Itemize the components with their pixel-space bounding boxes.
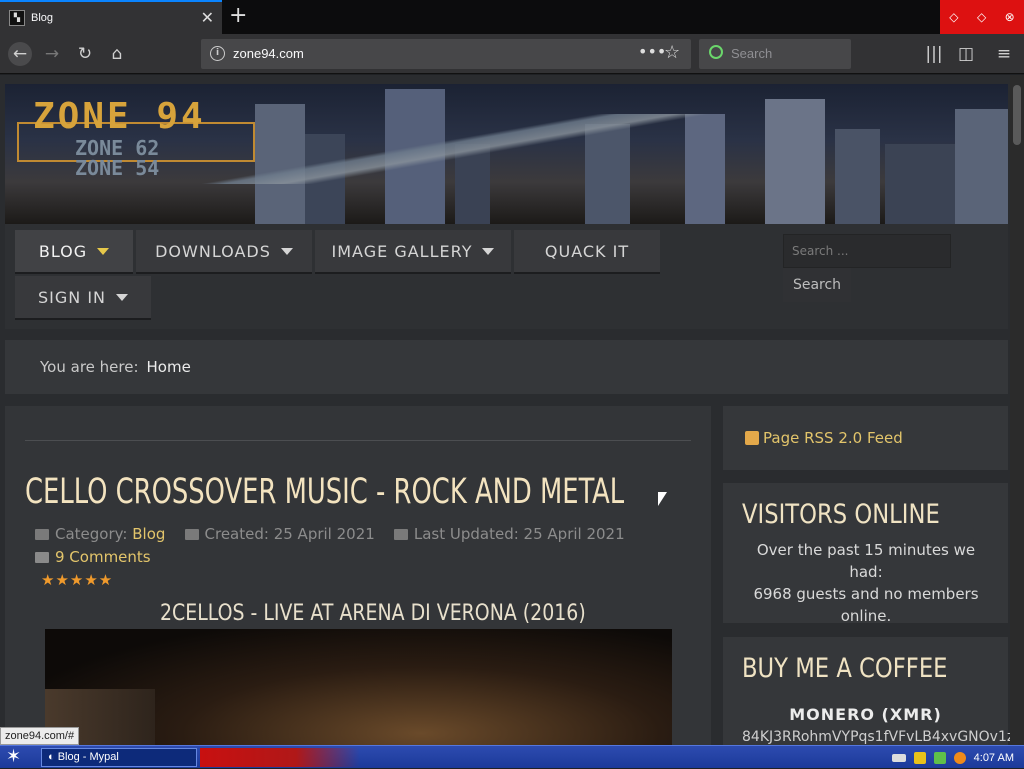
article-title[interactable]: CELLO CROSSOVER MUSIC - ROCK AND METAL <box>25 472 624 512</box>
taskbar: ✶ ◐ Blog - Mypal 4:07 AM <box>0 745 1024 768</box>
visitors-title: VISITORS ONLINE <box>742 499 940 530</box>
menu-item-blog[interactable]: BLOG <box>15 230 133 274</box>
new-tab-icon[interactable]: + <box>229 4 247 28</box>
back-icon[interactable]: ← <box>8 42 32 66</box>
minimize-icon[interactable]: ◇ <box>949 10 958 24</box>
search-engine-icon[interactable] <box>709 45 723 59</box>
chevron-down-icon <box>482 247 495 255</box>
site-logo[interactable]: ZONE 94 <box>33 96 206 137</box>
menu-label-downloads: DOWNLOADS <box>155 241 271 261</box>
menu-label-quack-it: QUACK IT <box>544 241 630 261</box>
visitors-line-2: 6968 guests and no members <box>753 585 979 603</box>
logo-subtitle: ZONE 62 ZONE 54 <box>75 138 159 178</box>
reload-icon[interactable]: ↻ <box>73 42 97 66</box>
logo-sub-2: ZONE 54 <box>75 156 160 180</box>
tab-blog[interactable]: ▚ Blog ✕ <box>0 0 222 34</box>
category-label: Category: <box>55 525 128 543</box>
maximize-icon[interactable]: ◇ <box>977 10 986 24</box>
page-actions-icon[interactable]: ••• <box>638 42 666 61</box>
site-search-button[interactable]: Search <box>783 268 851 302</box>
shield-icon[interactable] <box>913 751 926 764</box>
created-date: Created: 25 April 2021 <box>204 525 375 543</box>
chevron-down-icon <box>116 293 128 301</box>
chevron-down-icon <box>97 247 110 255</box>
comments-count[interactable]: 9 Comments <box>55 548 151 566</box>
buy-coffee-box: BUY ME A COFFEE MONERO (XMR) 84KJ3RRohmV… <box>723 637 1010 745</box>
tab-bar: ▚ Blog ✕ + ✶ ◇ ◇ ⊗ <box>0 0 1024 34</box>
video-title: 2CELLOS - LIVE AT ARENA DI VERONA (2016) <box>160 601 586 626</box>
article-meta: Category: Blog Created: 25 April 2021 La… <box>35 525 625 543</box>
browser-search-bar[interactable]: Search <box>699 39 851 69</box>
taskbar-flag <box>200 748 360 767</box>
category-link[interactable]: Blog <box>132 525 165 543</box>
rss-link[interactable]: Page RSS 2.0 Feed <box>763 429 903 447</box>
page-scrollbar[interactable] <box>1010 75 1024 745</box>
rating-stars[interactable]: ★★★★★ <box>41 571 113 589</box>
menu-item-image-gallery[interactable]: IMAGE GALLERY <box>315 230 511 274</box>
start-icon[interactable]: ✶ <box>6 746 21 767</box>
sidebar-toggle-icon[interactable]: ◫ <box>954 42 978 66</box>
updated-date: Last Updated: 25 April 2021 <box>413 525 625 543</box>
close-tab-icon[interactable]: ✕ <box>201 10 214 26</box>
home-icon[interactable]: ⌂ <box>105 42 129 66</box>
calendar-icon <box>184 529 199 540</box>
window-controls: ◇ ◇ ⊗ <box>940 0 1024 34</box>
close-window-icon[interactable]: ⊗ <box>1005 10 1015 24</box>
network-icon[interactable] <box>933 751 946 764</box>
clock[interactable]: 4:07 AM <box>974 752 1014 764</box>
browser-search-placeholder: Search <box>731 46 773 61</box>
menu-label-image-gallery: IMAGE GALLERY <box>331 241 473 261</box>
site-info-icon[interactable]: i <box>210 46 225 61</box>
rss-box: Page RSS 2.0 Feed <box>723 406 1008 470</box>
navigation-toolbar: ← → ↻ ⌂ i zone94.com ••• ☆ Search ||| ◫ … <box>0 34 1024 74</box>
visitors-line-1: Over the past 15 minutes we had: <box>756 541 976 581</box>
folder-icon <box>35 529 49 540</box>
site-banner: ZONE 94 ZONE 62 ZONE 54 <box>5 84 1008 224</box>
taskbar-item-browser[interactable]: ◐ Blog - Mypal <box>41 748 197 767</box>
forward-icon[interactable]: → <box>40 42 64 66</box>
url-bar[interactable]: i zone94.com ••• ☆ <box>201 39 691 69</box>
keyboard-icon[interactable] <box>891 753 906 762</box>
video-player[interactable] <box>45 629 672 749</box>
chevron-down-icon <box>280 247 293 255</box>
taskbar-item-label: Blog - Mypal <box>57 751 119 763</box>
breadcrumb-label: You are here: <box>40 358 139 376</box>
coffee-title: BUY ME A COFFEE <box>742 653 948 684</box>
menu-item-quack-it[interactable]: QUACK IT <box>514 230 660 274</box>
comment-icon <box>35 552 49 563</box>
breadcrumb-home: Home <box>146 358 191 376</box>
menu-item-downloads[interactable]: DOWNLOADS <box>136 230 312 274</box>
rss-icon <box>745 431 759 445</box>
logo-sub-1: ZONE 62 <box>75 136 160 160</box>
scrollbar-thumb[interactable] <box>1013 85 1021 145</box>
comments-link[interactable]: 9 Comments <box>35 548 151 566</box>
calendar-icon <box>393 529 408 540</box>
visitors-text: Over the past 15 minutes we had: 6968 gu… <box>741 539 991 627</box>
monero-label: MONERO (XMR) <box>789 705 942 724</box>
bookmark-star-icon[interactable]: ☆ <box>664 42 680 63</box>
visitors-online-box: VISITORS ONLINE Over the past 15 minutes… <box>723 483 1008 625</box>
monero-wallet-address: 84KJ3RRohmVYPqs1fVFvLB4xvGNOv1z <box>742 729 1010 745</box>
library-icon[interactable]: ||| <box>922 42 946 66</box>
menu-item-sign-in[interactable]: SIGN IN <box>15 276 151 320</box>
main-menu: BLOG DOWNLOADS IMAGE GALLERY QUACK IT SI… <box>5 224 1008 329</box>
mouse-cursor-icon <box>658 492 667 506</box>
url-text[interactable]: zone94.com <box>233 46 304 61</box>
browser-taskbar-icon: ◐ <box>48 751 58 763</box>
site-search-input[interactable]: Search ... <box>783 234 951 268</box>
site-favicon-icon: ▚ <box>9 10 25 26</box>
menu-icon[interactable]: ≡ <box>992 42 1016 66</box>
system-tray: 4:07 AM <box>854 746 1024 769</box>
divider <box>25 440 691 441</box>
search-tray-icon[interactable] <box>953 751 966 764</box>
visitors-line-3: online. <box>840 607 892 625</box>
menu-label-blog: BLOG <box>38 241 88 261</box>
breadcrumb: You are here: Home <box>5 340 1008 394</box>
tab-title: Blog <box>31 12 54 24</box>
menu-label-sign-in: SIGN IN <box>37 287 106 307</box>
status-bar-url: zone94.com/# <box>0 727 80 745</box>
